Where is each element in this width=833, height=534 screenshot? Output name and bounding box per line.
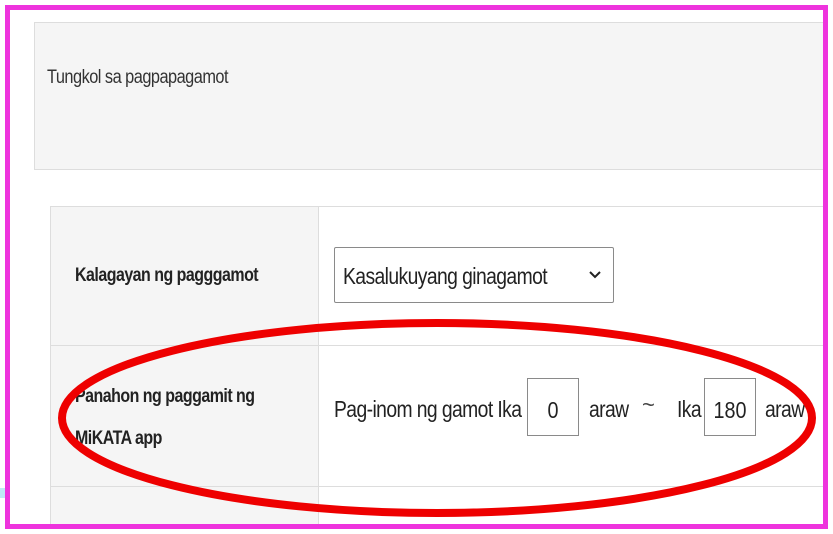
table-row-usage-period: Panahon ng paggamit ng MiKATA app Pag-in… bbox=[50, 346, 823, 487]
start-day-input[interactable]: 0 bbox=[527, 378, 579, 436]
treatment-status-select[interactable]: Kasalukuyang ginagamot bbox=[334, 247, 614, 303]
treatment-status-selected-value: Kasalukuyang ginagamot bbox=[343, 263, 548, 289]
unit-label-end: araw bbox=[765, 396, 805, 422]
end-day-input[interactable]: 180 bbox=[704, 378, 756, 436]
usage-period-label-line2: MiKATA app bbox=[75, 428, 162, 449]
label-cell: Panahon ng paggamit ng MiKATA app bbox=[50, 346, 319, 486]
value-cell: Kasalukuyang ginagamot bbox=[320, 207, 823, 345]
unit-label-start: araw bbox=[589, 396, 629, 422]
end-prefix-label: Ika bbox=[677, 396, 702, 422]
label-cell bbox=[50, 487, 319, 524]
end-day-value: 180 bbox=[713, 397, 747, 423]
settings-table: Kalagayan ng pagggamot Kasalukuyang gina… bbox=[50, 206, 823, 524]
range-separator: ~ bbox=[642, 392, 655, 417]
treatment-status-label: Kalagayan ng pagggamot bbox=[75, 265, 259, 286]
usage-period-label-line1: Panahon ng paggamit ng bbox=[75, 386, 255, 407]
panel-header: Tungkol sa pagpapagamot bbox=[34, 22, 823, 170]
form-panel: Tungkol sa pagpapagamot Kalagayan ng pag… bbox=[34, 22, 823, 524]
table-row-treatment-status: Kalagayan ng pagggamot Kasalukuyang gina… bbox=[50, 207, 823, 346]
table-row-next bbox=[50, 487, 823, 524]
chevron-down-icon bbox=[589, 271, 601, 279]
label-cell: Kalagayan ng pagggamot bbox=[50, 207, 319, 345]
highlight-frame: Tungkol sa pagpapagamot Kalagayan ng pag… bbox=[5, 5, 828, 529]
start-day-value: 0 bbox=[547, 397, 559, 423]
period-prefix-label: Pag-inom ng gamot Ika bbox=[334, 396, 522, 422]
value-cell: Pag-inom ng gamot Ika 0 araw ~ Ika 180 a… bbox=[320, 346, 823, 486]
panel-title: Tungkol sa pagpapagamot bbox=[47, 67, 229, 88]
